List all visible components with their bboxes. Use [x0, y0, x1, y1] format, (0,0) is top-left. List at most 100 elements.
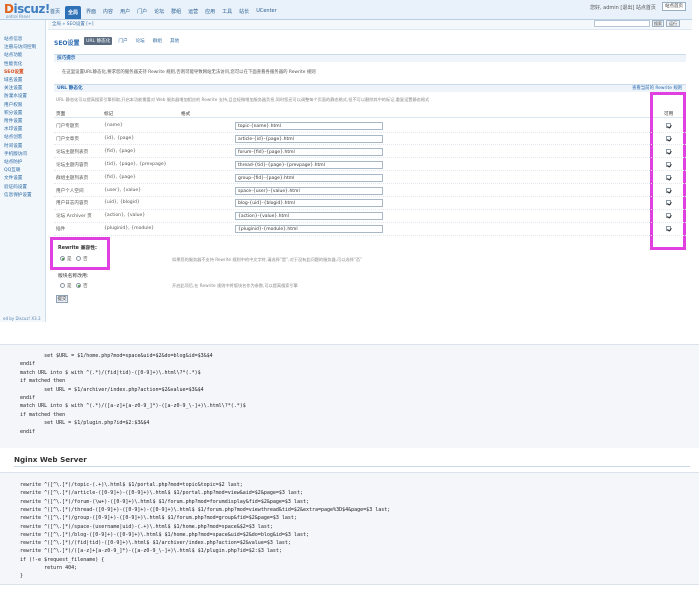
row-page: 论坛主题列表页 [56, 149, 89, 155]
format-input[interactable]: {pluginid}-{module}.html [235, 225, 383, 234]
enabled-checkbox[interactable] [666, 200, 671, 206]
sidebar-item[interactable]: 性能优化 [4, 61, 22, 67]
highlight-box-rewrite-compat [50, 237, 110, 270]
format-input[interactable]: forum-{fid}-{page}.html [235, 147, 383, 156]
seo-tabs: URL 静态化 门户 论坛 群组 其他 [84, 37, 181, 45]
sidebar-item[interactable]: SEO设置 [4, 69, 24, 75]
code-line: endif [20, 361, 36, 368]
top-nav-item[interactable]: 门户 [135, 6, 149, 19]
sidebar-item[interactable]: 注册与访问控制 [4, 44, 36, 50]
forum-name-note: 开启此项后,在 Rewrite 规则中将版块名作为参数,可以提高搜索引擎 [172, 283, 298, 288]
format-input[interactable]: thread-{tid}-{page}-{prevpage}.html [235, 160, 383, 169]
top-nav-item[interactable]: 群组 [169, 6, 183, 19]
site-home-button[interactable]: 站点首页 [662, 2, 686, 11]
breadcrumb[interactable]: 全局 » SEO设置 [+] [52, 21, 94, 27]
seo-tab[interactable]: 门户 [116, 37, 129, 45]
admin-panel-screenshot: Discuz! ontrol Panel 首页 全局 界面 内容 用户 门户 论坛 群组 运营应… [0, 0, 692, 322]
sidebar-item[interactable]: QQ互联 [4, 167, 20, 173]
table-row: 论坛主题内容页 {tid}, {page}, {prevpage} thread-{… [54, 159, 686, 172]
enabled-checkbox[interactable] [666, 135, 671, 141]
sidebar-item[interactable]: 用户权限 [4, 102, 22, 108]
url-note: URL 静态化可以提高搜索引擎抓取,开启本功能需要对 Web 服务器增加相应的 … [56, 97, 430, 102]
code-line: set URL = $1/archiver/index.php?action=$… [20, 386, 204, 393]
top-nav-item[interactable]: 界面 [84, 6, 98, 19]
enabled-checkbox[interactable] [666, 213, 671, 219]
sidebar-item[interactable]: 站点创客 [4, 134, 22, 140]
code-line: if (!-e $request_filename) { [20, 556, 105, 563]
code-line: rewrite ^([^\.]*)/article-([0-9]+)-([0-9… [20, 490, 303, 497]
table-row: 插件 {pluginid}, {module} {pluginid}-{module… [54, 223, 686, 236]
table-row: 论坛 Archiver 页 {action}, {value} {action}-{… [54, 210, 686, 223]
show-rewrite-rules-link[interactable]: 查看当前的 Rewrite 规则 [632, 85, 682, 91]
sidebar-item[interactable]: 验证码设置 [4, 184, 27, 190]
top-nav-item[interactable]: 首页 [48, 6, 62, 19]
sidebar-item[interactable]: 积分设置 [4, 110, 22, 116]
nginx-code-block: rewrite ^([^\.]*)/topic-(.+)\.html$ $1/p… [0, 472, 699, 585]
rewrite-code-block: set $URL = $1/home.php?mod=space&uid=$2&… [0, 344, 699, 448]
seo-tab[interactable]: 群组 [151, 37, 164, 45]
rewrite-yes-radio[interactable] [60, 256, 65, 261]
page-title: SEO设置 [54, 40, 80, 47]
format-input[interactable]: topic-{name}.html [235, 122, 383, 130]
col-marks: 标记 [104, 112, 114, 117]
forum-name-yes-radio[interactable] [60, 283, 65, 288]
top-nav-item[interactable]: 全局 [65, 6, 82, 19]
search-input[interactable] [594, 20, 650, 27]
row-marks: {id}, {page} [104, 135, 135, 141]
sidebar-item[interactable]: 站点功能 [4, 52, 22, 58]
top-nav-item[interactable]: 工具 [220, 6, 234, 19]
format-input[interactable]: blog-{uid}-{blogid}.html [235, 199, 383, 208]
row-page: 用户个人空间 [56, 188, 84, 194]
sidebar-item[interactable]: 附件设置 [4, 118, 22, 124]
enabled-checkbox[interactable] [666, 161, 671, 167]
enabled-checkbox[interactable] [666, 226, 671, 232]
top-nav: 首页 全局 界面 内容 用户 门户 论坛 群组 运营 应用 工具 站长 UCenter [48, 6, 279, 19]
col-format: 格式 [181, 112, 191, 117]
enabled-checkbox[interactable] [666, 174, 671, 180]
col-page: 页面 [56, 112, 66, 117]
enabled-checkbox[interactable] [666, 187, 671, 193]
submit-button[interactable]: 提交 [56, 295, 68, 303]
sidebar-item[interactable]: 水印设置 [4, 126, 22, 132]
code-line: endif [20, 395, 36, 401]
seo-tab[interactable]: 论坛 [134, 37, 147, 45]
top-nav-item[interactable]: 应用 [203, 6, 217, 19]
code-line: match URL into $ with ^(.*)/(fid|tid)-([… [20, 369, 201, 376]
format-input[interactable]: group-{fid}-{page}.html [235, 173, 383, 182]
enabled-checkbox[interactable] [666, 148, 671, 154]
top-nav-item[interactable]: UCenter [254, 6, 279, 19]
forum-name-no-radio[interactable] [76, 283, 81, 288]
top-nav-item[interactable]: 论坛 [152, 6, 166, 19]
sidebar-item[interactable]: 防灌水设置 [4, 93, 27, 99]
format-input[interactable]: space-{user}-{value}.html [235, 186, 383, 195]
sidebar-item[interactable]: 时间设置 [4, 143, 22, 149]
sidebar-item[interactable]: 文件设置 [4, 175, 22, 181]
rewrite-compat-note: 如果您的服务器不支持 Rewrite 规则中的中文字符,请选择“是”,对于没有此… [172, 257, 363, 262]
top-nav-item[interactable]: 用户 [118, 6, 132, 19]
rewrite-no-radio[interactable] [76, 256, 81, 261]
sidebar-item[interactable]: 站点防护 [4, 159, 22, 165]
sidebar-item[interactable]: 信息保护设置 [4, 192, 32, 198]
sidebar-item[interactable]: 关注设置 [4, 85, 22, 91]
top-nav-item[interactable]: 运营 [186, 6, 200, 19]
seo-tab[interactable]: URL 静态化 [84, 37, 113, 45]
format-input[interactable]: article-{id}-{page}.html [235, 134, 383, 143]
url-section-header: URL 静态化 [54, 84, 686, 92]
sidebar-item[interactable]: 域名设置 [4, 77, 22, 83]
row-page: 插件 [56, 227, 66, 233]
row-marks: {fid}, {page} [104, 148, 136, 154]
code-line: rewrite ^([^\.]*)/([a-z]+[a-z0-9_]*)-([a… [20, 548, 282, 555]
search-button[interactable]: 搜索 [652, 20, 664, 27]
seo-tab[interactable]: 其他 [168, 37, 181, 45]
row-page: 门户文章页 [56, 136, 79, 142]
sidebar-item[interactable]: 手机版访问 [4, 151, 27, 157]
user-info[interactable]: 您好, admin [退出] 站点首页 [590, 4, 656, 11]
sidebar-item[interactable]: 站点信息 [4, 36, 22, 42]
enabled-checkbox[interactable] [666, 123, 671, 128]
tips-header: 技巧提示 [54, 54, 686, 62]
logo-subtitle: ontrol Panel [6, 14, 30, 19]
run-button[interactable]: 运行 [666, 20, 680, 27]
top-nav-item[interactable]: 内容 [101, 6, 115, 19]
top-nav-item[interactable]: 站长 [237, 6, 251, 19]
format-input[interactable]: {action}-{value}.html [235, 212, 383, 221]
